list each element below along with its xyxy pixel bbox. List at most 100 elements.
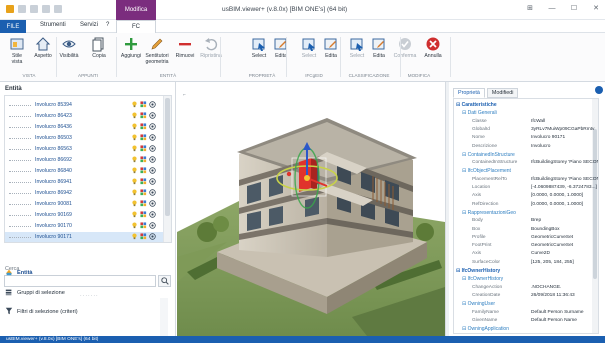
target-icon[interactable]: [149, 134, 156, 141]
property-section[interactable]: ⊟ IfcObjectPlacement: [454, 168, 598, 176]
target-icon[interactable]: [149, 112, 156, 119]
tab-help[interactable]: ?: [106, 22, 109, 28]
panel-link-1[interactable]: Gruppi di selezione: [5, 288, 65, 298]
bulb-icon[interactable]: [131, 156, 138, 163]
help-icon[interactable]: ⊞: [525, 3, 535, 13]
panel-splitter[interactable]: ·······: [80, 293, 99, 299]
links-scrollbar[interactable]: [160, 298, 168, 336]
close-icon[interactable]: ✕: [591, 3, 601, 13]
ribbon-button-conferma-14[interactable]: Conferma: [392, 36, 418, 59]
property-section[interactable]: ⊟ IfcOwnerHistory: [454, 268, 598, 276]
property-section[interactable]: ⊟ IfcOwnerHistory: [454, 276, 598, 284]
target-icon[interactable]: [149, 222, 156, 229]
color-icon[interactable]: [140, 134, 147, 141]
bulb-icon[interactable]: [131, 123, 138, 130]
3d-viewport[interactable]: ⌐: [177, 82, 445, 336]
open-file-icon[interactable]: [30, 5, 38, 13]
tree-item[interactable]: Involucro 86423: [5, 111, 163, 121]
tree-item[interactable]: Involucro 86692: [5, 155, 163, 165]
color-icon[interactable]: [140, 222, 147, 229]
tree-item[interactable]: Involucro 86563: [5, 144, 163, 154]
maximize-icon[interactable]: ☐: [569, 3, 579, 13]
tree-item[interactable]: Involucro 86840: [5, 166, 163, 176]
target-icon[interactable]: [149, 189, 156, 196]
color-icon[interactable]: [140, 101, 147, 108]
tab-servizi[interactable]: Servizi: [80, 22, 98, 28]
minimize-icon[interactable]: —: [547, 3, 557, 13]
ribbon-button-visibilit--2[interactable]: Visibilità: [56, 36, 82, 59]
color-icon[interactable]: [140, 167, 147, 174]
customize-icon[interactable]: [54, 5, 62, 13]
new-file-icon[interactable]: [18, 5, 26, 13]
color-icon[interactable]: [140, 200, 147, 207]
save-icon[interactable]: [42, 5, 50, 13]
tree-item[interactable]: Involucro 90171: [5, 232, 163, 242]
panel-link-2[interactable]: Filtri di selezione (criteri): [5, 307, 78, 317]
target-icon[interactable]: [149, 211, 156, 218]
color-icon[interactable]: [140, 189, 147, 196]
color-icon[interactable]: [140, 123, 147, 130]
bulb-icon[interactable]: [131, 178, 138, 185]
color-icon[interactable]: [140, 178, 147, 185]
bulb-icon[interactable]: [131, 167, 138, 174]
ribbon-button-edita-9[interactable]: Edita: [268, 36, 294, 59]
ribbon-button-rimuovi-6[interactable]: Rimuovi: [172, 36, 198, 59]
ribbon-button-aspetto-1[interactable]: Aspetto: [30, 36, 56, 59]
bulb-icon[interactable]: [131, 200, 138, 207]
tree-item[interactable]: Involucro 86436: [5, 122, 163, 132]
bulb-icon[interactable]: [131, 189, 138, 196]
tree-item[interactable]: Involucro 90170: [5, 221, 163, 231]
target-icon[interactable]: [149, 200, 156, 207]
info-icon[interactable]: [595, 86, 603, 94]
tree-item[interactable]: Involucro 86942: [5, 188, 163, 198]
target-icon[interactable]: [149, 233, 156, 240]
tree-item[interactable]: Involucro 90169: [5, 210, 163, 220]
property-section[interactable]: ⊟ Caratteristiche: [454, 102, 598, 110]
ribbon-button-sentitutori-5[interactable]: Sentitutori geometria: [144, 36, 170, 65]
bulb-icon[interactable]: [131, 134, 138, 141]
target-icon[interactable]: [149, 178, 156, 185]
bulb-icon[interactable]: [131, 112, 138, 119]
ribbon-button-aggiungi-4[interactable]: Aggiungi: [118, 36, 144, 59]
target-icon[interactable]: [149, 156, 156, 163]
property-section[interactable]: ⊟ Dati Generali: [454, 110, 598, 118]
ribbon-button-copia-3[interactable]: Copia: [86, 36, 112, 59]
target-icon[interactable]: [149, 167, 156, 174]
tree-scrollbar[interactable]: [163, 96, 171, 242]
color-icon[interactable]: [140, 112, 147, 119]
property-section[interactable]: ⊟ OwningApplication: [454, 326, 598, 333]
tab-file[interactable]: FILE: [0, 20, 26, 33]
bulb-icon[interactable]: [131, 145, 138, 152]
property-section[interactable]: ⊟ RappresentazioniGeo: [454, 210, 598, 218]
target-icon[interactable]: [149, 145, 156, 152]
property-section-label: ⊟ Caratteristiche: [456, 102, 497, 108]
context-tab-modifica[interactable]: Modifica: [116, 0, 156, 20]
tree-item[interactable]: Involucro 86503: [5, 133, 163, 143]
tab-strumenti[interactable]: Strumenti: [40, 22, 66, 28]
property-section[interactable]: ⊟ OwningUser: [454, 301, 598, 309]
search-button[interactable]: [158, 275, 171, 287]
tree-item[interactable]: Involucro 86941: [5, 177, 163, 187]
color-icon[interactable]: [140, 145, 147, 152]
ribbon-button-edita-13[interactable]: Edita: [366, 36, 392, 59]
ribbon-button-annulla-15[interactable]: Annulla: [420, 36, 446, 59]
tree-scrollbar-thumb[interactable]: [165, 98, 170, 216]
ribbon-button-stile-0[interactable]: Stile vista: [4, 36, 30, 65]
bulb-icon[interactable]: [131, 211, 138, 218]
tab-properties[interactable]: Proprietà: [453, 88, 485, 98]
bulb-icon[interactable]: [131, 101, 138, 108]
target-icon[interactable]: [149, 123, 156, 130]
color-icon[interactable]: [140, 233, 147, 240]
color-icon[interactable]: [140, 211, 147, 218]
target-icon[interactable]: [149, 101, 156, 108]
tab-fc[interactable]: FC: [116, 20, 156, 33]
color-icon[interactable]: [140, 156, 147, 163]
bulb-icon[interactable]: [131, 233, 138, 240]
ribbon-group-label: IFCgEID: [305, 73, 323, 78]
panel-link-0[interactable]: Entità: [5, 268, 33, 278]
property-section[interactable]: ⊟ ContainedInStructure: [454, 152, 598, 160]
tree-item[interactable]: Involucro 90081: [5, 199, 163, 209]
tab-modified[interactable]: Modifiedi: [486, 88, 519, 98]
tree-item[interactable]: Involucro 85394: [5, 100, 163, 110]
bulb-icon[interactable]: [131, 222, 138, 229]
